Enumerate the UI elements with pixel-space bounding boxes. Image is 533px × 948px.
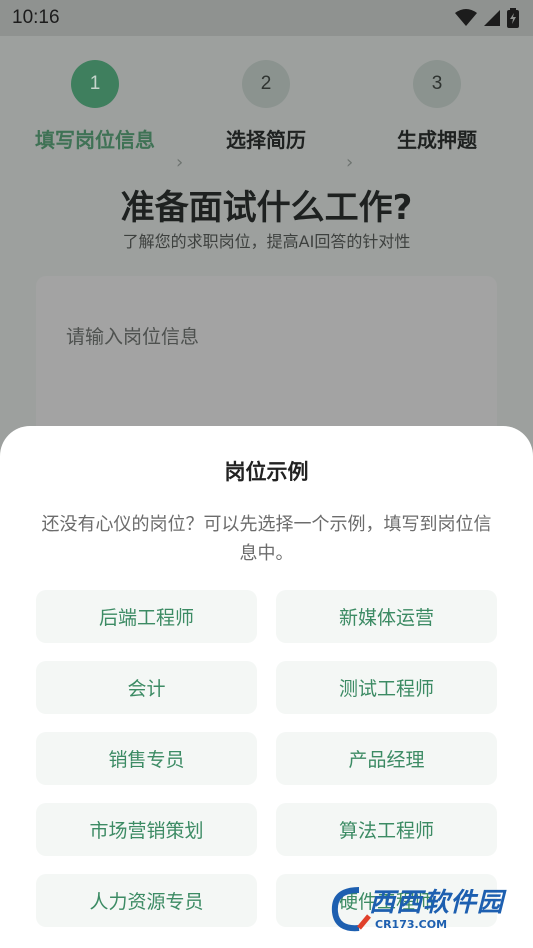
battery-icon bbox=[507, 8, 519, 28]
step-select-resume[interactable]: 2 选择简历 bbox=[196, 60, 336, 153]
page-subtitle: 了解您的求职岗位，提高AI回答的针对性 bbox=[122, 232, 411, 251]
example-chip[interactable]: 算法工程师 bbox=[276, 803, 497, 856]
step-number-circle: 3 bbox=[413, 60, 461, 108]
step-fill-job-info[interactable]: 1 填写岗位信息 bbox=[25, 60, 165, 153]
wifi-icon bbox=[455, 9, 477, 26]
example-chip[interactable]: 测试工程师 bbox=[276, 661, 497, 714]
status-icons bbox=[455, 8, 519, 28]
example-chip[interactable]: 销售专员 bbox=[36, 732, 257, 785]
job-info-placeholder: 请输入岗位信息 bbox=[66, 326, 200, 348]
step-label: 填写岗位信息 bbox=[35, 128, 155, 152]
watermark-logo: 西西软件园 CR173.COM bbox=[329, 880, 519, 942]
watermark-url: CR173.COM bbox=[375, 918, 448, 931]
watermark-swirl-icon bbox=[331, 887, 371, 932]
page-title: 准备面试什么工作? bbox=[120, 188, 413, 228]
status-bar: 10:16 bbox=[0, 0, 533, 36]
chevron-right-icon: › bbox=[176, 152, 184, 173]
step-label: 生成押题 bbox=[397, 128, 477, 152]
step-label: 选择简历 bbox=[226, 128, 306, 152]
chevron-right-icon: › bbox=[346, 152, 354, 173]
watermark-text: 西西软件园 bbox=[369, 888, 505, 918]
status-time: 10:16 bbox=[12, 7, 60, 28]
sheet-description: 还没有心仪的岗位？可以先选择一个示例，填写到岗位信息中。 bbox=[41, 514, 492, 564]
example-chip[interactable]: 市场营销策划 bbox=[36, 803, 257, 856]
example-chip[interactable]: 产品经理 bbox=[276, 732, 497, 785]
step-number-circle: 1 bbox=[71, 60, 119, 108]
step-generate-questions[interactable]: 3 生成押题 bbox=[367, 60, 507, 153]
example-chip[interactable]: 后端工程师 bbox=[36, 590, 257, 643]
sheet-title: 岗位示例 bbox=[224, 460, 309, 484]
signal-icon bbox=[484, 10, 500, 26]
job-examples-sheet: 岗位示例 还没有心仪的岗位？可以先选择一个示例，填写到岗位信息中。 后端工程师 … bbox=[0, 426, 533, 948]
example-chip[interactable]: 会计 bbox=[36, 661, 257, 714]
example-chip[interactable]: 新媒体运营 bbox=[276, 590, 497, 643]
example-chip[interactable]: 人力资源专员 bbox=[36, 874, 257, 927]
stepper: 1 填写岗位信息 › 2 选择简历 › 3 生成押题 bbox=[0, 60, 533, 173]
step-number-circle: 2 bbox=[242, 60, 290, 108]
